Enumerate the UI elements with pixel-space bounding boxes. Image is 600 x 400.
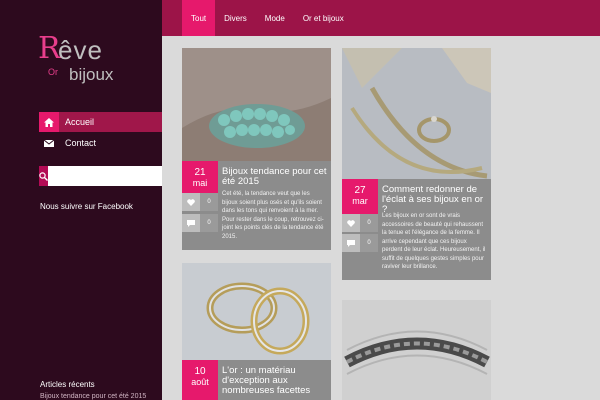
tab-divers[interactable]: Divers <box>215 0 256 36</box>
tab-or-et-bijoux[interactable]: Or et bijoux <box>294 0 353 36</box>
envelope-icon <box>39 133 59 153</box>
nav-item-contact[interactable]: Contact <box>39 133 162 153</box>
post-image-rings[interactable] <box>182 263 331 360</box>
search-box <box>39 166 162 186</box>
nav-item-label: Contact <box>65 138 97 148</box>
logo-bijoux: bijoux <box>69 65 114 84</box>
post-day: 27 <box>354 185 366 196</box>
post-card[interactable]: 21 mai Bijoux tendance pour cet été 2015… <box>182 48 331 250</box>
post-date: 27 mar <box>342 179 378 215</box>
recent-post-link[interactable]: Bijoux tendance pour cet été 2015 <box>40 393 146 400</box>
post-day: 21 <box>194 167 206 178</box>
likes-count: 0 <box>360 214 378 232</box>
nav-item-accueil[interactable]: Accueil <box>39 112 162 132</box>
post-date: 21 mai <box>182 161 218 197</box>
post-month: mar <box>352 196 368 206</box>
search-icon[interactable] <box>39 166 48 186</box>
post-card[interactable] <box>342 300 491 400</box>
heart-icon <box>342 214 360 232</box>
post-image-steel-bracelet[interactable] <box>342 300 491 400</box>
logo-or: Or <box>48 67 58 77</box>
post-month: mai <box>192 178 208 188</box>
logo-eve: êve <box>58 35 103 65</box>
likes-counter[interactable]: 0 <box>342 214 378 232</box>
post-image-bracelet[interactable] <box>182 48 331 161</box>
likes-counter[interactable]: 0 <box>182 193 218 211</box>
comments-count: 0 <box>360 234 378 252</box>
post-title[interactable]: Bijoux tendance pour cet été 2015 <box>222 167 327 187</box>
heart-icon <box>182 193 200 211</box>
search-input[interactable] <box>48 166 162 186</box>
post-month: août <box>191 377 209 387</box>
post-date: 10 août <box>182 360 218 400</box>
recent-posts-heading: Articles récents <box>40 380 95 389</box>
comment-icon <box>182 214 200 232</box>
tab-mode[interactable]: Mode <box>256 0 294 36</box>
post-image-gold-jewelry[interactable] <box>342 48 491 179</box>
filter-tabs: Tout Divers Mode Or et bijoux <box>182 0 353 36</box>
main-nav: Accueil Contact <box>39 112 162 154</box>
facebook-heading: Nous suivre sur Facebook <box>40 202 133 211</box>
post-day: 10 <box>194 366 206 377</box>
post-excerpt: Les bijoux en or sont de vrais accessoir… <box>382 213 486 270</box>
post-card[interactable]: 27 mar Comment redonner de l'éclat à ses… <box>342 48 491 280</box>
comments-counter[interactable]: 0 <box>182 214 218 232</box>
post-title[interactable]: Comment redonner de l'éclat à ses bijoux… <box>382 185 487 215</box>
likes-count: 0 <box>200 193 218 211</box>
comment-icon <box>342 234 360 252</box>
tab-tout[interactable]: Tout <box>182 0 216 36</box>
filter-bar: Tout Divers Mode Or et bijoux <box>162 0 600 36</box>
site-logo[interactable]: R êve Or bijoux <box>38 34 128 94</box>
post-title[interactable]: L'or : un matériau d'exception aux nombr… <box>222 366 327 396</box>
sidebar: R êve Or bijoux Accueil Contact Nous sui… <box>0 0 162 400</box>
home-icon <box>39 112 59 132</box>
post-excerpt: Cet été, la tendance veut que les bijoux… <box>222 191 324 240</box>
comments-counter[interactable]: 0 <box>342 234 378 252</box>
comments-count: 0 <box>200 214 218 232</box>
post-card[interactable]: 10 août L'or : un matériau d'exception a… <box>182 263 331 400</box>
nav-item-label: Accueil <box>65 117 95 127</box>
